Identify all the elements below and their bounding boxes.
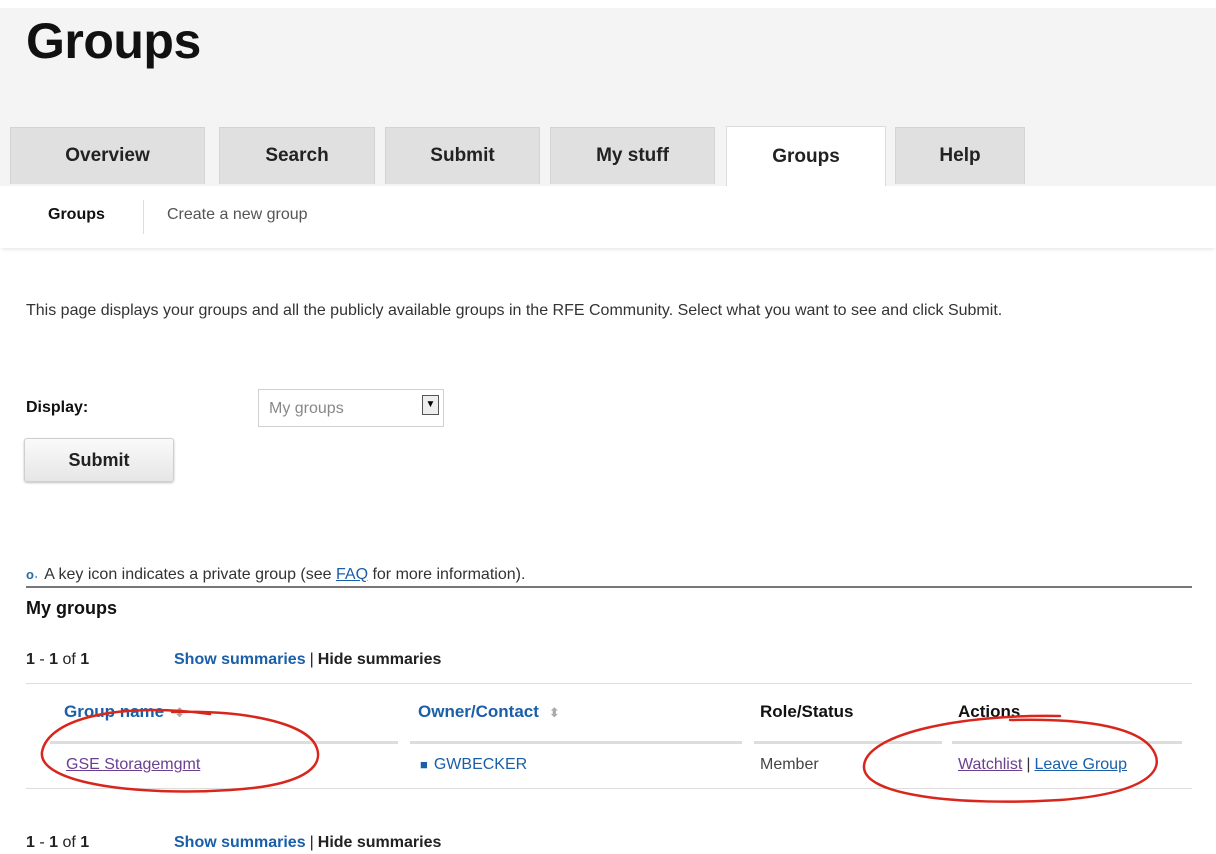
display-select-value: My groups: [269, 400, 344, 417]
group-name-link[interactable]: GSE Storagemgmt: [66, 756, 200, 773]
tab-groups[interactable]: Groups: [726, 126, 886, 186]
tab-help[interactable]: Help: [895, 127, 1025, 184]
actions-cell: Watchlist | Leave Group: [958, 756, 1127, 774]
pager-start: 1: [26, 651, 35, 668]
sort-arrows-icon: ⬍: [548, 705, 560, 720]
column-header-actions: Actions: [958, 702, 1021, 721]
key-note-prefix: A key icon indicates a private group (se…: [44, 566, 336, 583]
summary-separator: |: [309, 651, 314, 668]
actions-separator: |: [1026, 756, 1031, 773]
pager-bottom: 1 - 1 of 1 Show summaries | Hide summaries: [26, 834, 441, 852]
subnav-groups[interactable]: Groups: [48, 206, 105, 224]
key-icon-note: o˒ A key icon indicates a private group (…: [26, 566, 525, 584]
tab-submit[interactable]: Submit: [385, 127, 540, 184]
column-header-group-name[interactable]: Group name ⬍: [64, 702, 185, 722]
column-header-role: Role/Status: [760, 702, 854, 721]
column-header-owner[interactable]: Owner/Contact ⬍: [418, 702, 560, 722]
submit-button[interactable]: Submit: [24, 438, 174, 482]
header-underline-role: [754, 741, 942, 744]
pager-of: of: [58, 834, 81, 851]
owner-header-label: Owner/Contact: [418, 702, 539, 721]
summary-separator: |: [309, 834, 314, 851]
top-strip: [0, 0, 1216, 8]
chevron-down-icon[interactable]: ▼: [422, 395, 439, 415]
header-underline-actions: [952, 741, 1182, 744]
summary-toggle: Show summaries | Hide summaries: [174, 834, 441, 852]
faq-link[interactable]: FAQ: [336, 566, 368, 583]
main-tab-bar: Overview Search Submit My stuff Groups H…: [0, 126, 1216, 186]
pager-start: 1: [26, 834, 35, 851]
display-label: Display:: [26, 399, 89, 416]
pager-end: 1: [49, 651, 59, 668]
intro-text: This page displays your groups and all t…: [26, 302, 1003, 319]
hide-summaries-link[interactable]: Hide summaries: [318, 651, 442, 668]
annotation-ellipse-group-name: [40, 708, 320, 793]
sub-navigation: Groups Create a new group: [0, 186, 1216, 248]
display-select[interactable]: My groups ▼: [258, 389, 444, 427]
show-summaries-link[interactable]: Show summaries: [174, 651, 306, 668]
show-summaries-link[interactable]: Show summaries: [174, 834, 306, 851]
subnav-divider: [143, 200, 144, 234]
pager-top: 1 - 1 of 1 Show summaries | Hide summaries: [26, 651, 441, 669]
section-title: My groups: [26, 598, 118, 618]
pager-dash: -: [34, 651, 50, 668]
watchlist-link[interactable]: Watchlist: [958, 756, 1022, 773]
header-underline-group: [50, 741, 398, 744]
table-top-border: [26, 683, 1192, 684]
pager-total: 1: [80, 834, 90, 851]
table-bottom-border: [26, 788, 1192, 789]
pager-of: of: [58, 651, 81, 668]
leave-group-link[interactable]: Leave Group: [1034, 756, 1127, 773]
tab-overview[interactable]: Overview: [10, 127, 205, 184]
group-name-header-label: Group name: [64, 702, 165, 721]
contact-card-icon: ■: [420, 757, 428, 772]
section-divider: [26, 586, 1192, 588]
sort-arrows-icon: ⬍: [174, 705, 186, 720]
pager-end: 1: [49, 834, 59, 851]
summary-toggle: Show summaries | Hide summaries: [174, 651, 441, 669]
pager-dash: -: [34, 834, 50, 851]
hide-summaries-link[interactable]: Hide summaries: [318, 834, 442, 851]
tab-my-stuff[interactable]: My stuff: [550, 127, 715, 184]
table-row: GSE Storagemgmt: [66, 756, 200, 774]
page-title: Groups: [26, 13, 201, 69]
key-icon: o˒: [26, 567, 39, 582]
owner-cell: ■ GWBECKER: [420, 756, 527, 774]
tab-search[interactable]: Search: [219, 127, 375, 184]
role-status-cell: Member: [760, 756, 819, 773]
header-underline-owner: [410, 741, 742, 744]
pager-total: 1: [80, 651, 90, 668]
create-group-link[interactable]: Create a new group: [167, 206, 308, 224]
key-note-suffix: for more information).: [368, 566, 526, 583]
owner-link[interactable]: GWBECKER: [434, 756, 527, 773]
